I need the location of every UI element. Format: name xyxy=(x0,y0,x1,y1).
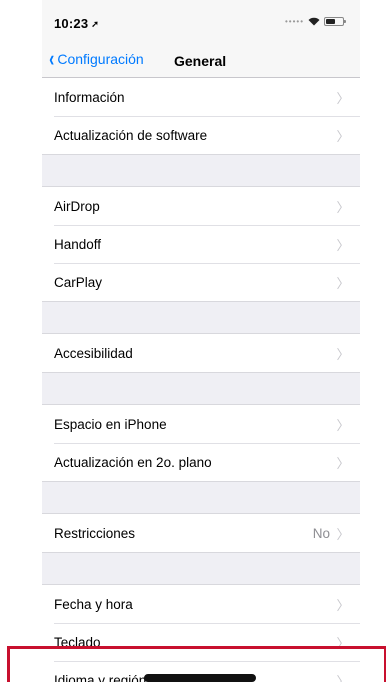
settings-item-restricciones[interactable]: Restricciones No 〉 xyxy=(42,514,360,552)
chevron-right-icon: 〉 xyxy=(336,128,350,144)
chevron-left-icon: ‹ xyxy=(49,46,55,71)
section-separator xyxy=(42,481,360,514)
section-separator xyxy=(42,372,360,405)
battery-icon xyxy=(324,17,346,26)
signal-icon: ••••• xyxy=(284,17,304,26)
time-label: 10:23 xyxy=(54,16,89,31)
back-button[interactable]: ‹ Configuración xyxy=(48,46,144,71)
settings-group: Información 〉 Actualización de software … xyxy=(42,78,360,154)
settings-item-accesibilidad[interactable]: Accesibilidad 〉 xyxy=(42,334,360,372)
navigation-bar: ‹ Configuración General xyxy=(42,44,360,78)
chevron-right-icon: 〉 xyxy=(336,635,350,651)
location-arrow-icon: ➚ xyxy=(91,19,99,29)
settings-group: Restricciones No 〉 xyxy=(42,514,360,552)
status-bar: 10:23 ➚ ••••• xyxy=(42,0,360,44)
settings-item-label: CarPlay xyxy=(54,274,103,290)
settings-item-fecha-hora[interactable]: Fecha y hora 〉 xyxy=(42,585,360,623)
settings-item-actualizacion-segundo-plano[interactable]: Actualización en 2o. plano 〉 xyxy=(42,443,360,481)
page-title: General xyxy=(174,53,227,69)
settings-group: Accesibilidad 〉 xyxy=(42,334,360,372)
settings-item-value: No xyxy=(312,525,330,541)
settings-item-label: Fecha y hora xyxy=(54,596,133,612)
chevron-right-icon: 〉 xyxy=(336,90,350,106)
chevron-right-icon: 〉 xyxy=(336,417,350,433)
settings-item-label: Espacio en iPhone xyxy=(54,416,167,432)
status-icons: ••••• xyxy=(284,17,346,26)
home-indicator[interactable] xyxy=(144,674,256,682)
settings-item-informacion[interactable]: Información 〉 xyxy=(42,78,360,116)
settings-item-carplay[interactable]: CarPlay 〉 xyxy=(42,263,360,301)
section-separator xyxy=(42,154,360,187)
status-time: 10:23 ➚ xyxy=(54,16,99,31)
settings-item-teclado[interactable]: Teclado 〉 xyxy=(42,623,360,661)
wifi-icon xyxy=(308,17,320,26)
settings-item-airdrop[interactable]: AirDrop 〉 xyxy=(42,187,360,225)
chevron-right-icon: 〉 xyxy=(336,199,350,215)
section-separator xyxy=(42,552,360,585)
settings-group: Fecha y hora 〉 Teclado 〉 Idioma y región… xyxy=(42,585,360,682)
chevron-right-icon: 〉 xyxy=(336,275,350,291)
settings-list: Información 〉 Actualización de software … xyxy=(42,78,360,682)
back-button-label: Configuración xyxy=(57,51,144,67)
settings-group: AirDrop 〉 Handoff 〉 CarPlay 〉 xyxy=(42,187,360,301)
settings-item-label: AirDrop xyxy=(54,198,100,214)
chevron-right-icon: 〉 xyxy=(336,346,350,362)
settings-item-label: Restricciones xyxy=(54,525,136,541)
settings-item-label: Handoff xyxy=(54,236,102,252)
chevron-right-icon: 〉 xyxy=(336,673,350,682)
settings-item-label: Actualización de software xyxy=(54,127,208,143)
settings-item-label: Teclado xyxy=(54,634,101,650)
phone-screen: 10:23 ➚ ••••• ‹ Configuración General Inf… xyxy=(42,0,360,682)
chevron-right-icon: 〉 xyxy=(336,526,350,542)
settings-item-label: Información xyxy=(54,89,125,105)
settings-item-actualizacion-software[interactable]: Actualización de software 〉 xyxy=(42,116,360,154)
settings-item-label: Accesibilidad xyxy=(54,345,133,361)
chevron-right-icon: 〉 xyxy=(336,237,350,253)
section-separator xyxy=(42,301,360,334)
chevron-right-icon: 〉 xyxy=(336,455,350,471)
chevron-right-icon: 〉 xyxy=(336,597,350,613)
settings-group: Espacio en iPhone 〉 Actualización en 2o.… xyxy=(42,405,360,481)
settings-item-handoff[interactable]: Handoff 〉 xyxy=(42,225,360,263)
settings-item-espacio-iphone[interactable]: Espacio en iPhone 〉 xyxy=(42,405,360,443)
settings-item-label: Actualización en 2o. plano xyxy=(54,454,212,470)
